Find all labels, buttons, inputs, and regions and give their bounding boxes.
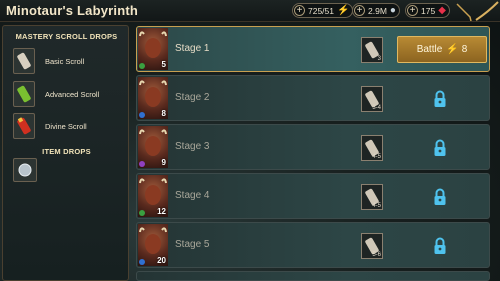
reward-quantity: 5-6	[372, 252, 381, 258]
energy-bolt-icon: ⚡	[337, 5, 350, 16]
stage-row-1[interactable]: 5 Stage 1 3 Battle ⚡ 8	[136, 26, 490, 72]
scroll-reward-icon[interactable]: 3	[361, 37, 383, 63]
battle-button[interactable]: Battle ⚡ 8	[397, 36, 487, 63]
mastery-scroll-drops-title: MASTERY SCROLL DROPS	[15, 32, 118, 41]
gem-value: 175	[421, 5, 436, 16]
stage-level: 20	[157, 256, 166, 265]
divine-scroll-icon	[13, 113, 35, 139]
reward-quantity: 3-4	[372, 105, 381, 111]
stage-boss-portrait: 12	[138, 175, 168, 217]
silver-counter[interactable]: + 2.9M ●	[352, 3, 400, 18]
basic-scroll-icon	[13, 48, 35, 74]
stage-row-4[interactable]: 12 Stage 4 4-5	[136, 173, 490, 219]
stage-boss-portrait: 8	[138, 77, 168, 119]
energy-value: 725/51	[308, 5, 334, 16]
lock-icon	[434, 237, 446, 254]
back-arrow-icon[interactable]	[454, 1, 474, 21]
silver-icon: ●	[389, 5, 396, 16]
affinity-icon	[139, 259, 145, 265]
reward-quantity: 4-5	[372, 203, 381, 209]
advanced-scroll-icon	[13, 81, 35, 107]
scroll-reward-icon[interactable]: 4-5	[361, 184, 383, 210]
drop-item-basic-scroll[interactable]: Basic Scroll	[13, 48, 84, 74]
add-energy-button[interactable]: +	[294, 5, 305, 16]
lock-icon	[434, 90, 446, 107]
stage-row-2[interactable]: 8 Stage 2 3-4	[136, 75, 490, 121]
stage-level: 8	[161, 109, 166, 118]
reward-quantity: 3	[377, 56, 381, 62]
reward-quantity: 4-5	[372, 154, 381, 160]
add-gem-button[interactable]: +	[407, 5, 418, 16]
stage-boss-portrait: 20	[138, 224, 168, 266]
stage-level: 9	[161, 158, 166, 167]
stage-name: Stage 1	[175, 43, 210, 54]
basic-scroll-label: Basic Scroll	[45, 56, 85, 66]
item-drops-title: ITEM DROPS	[42, 147, 91, 156]
divine-scroll-label: Divine Scroll	[45, 121, 87, 131]
drop-item-divine-scroll[interactable]: Divine Scroll	[13, 113, 87, 139]
top-bar: Minotaur's Labyrinth + 725/51 ⚡ + 2.9M ●…	[0, 0, 500, 22]
scroll-reward-icon[interactable]: 5-6	[361, 233, 383, 259]
affinity-icon	[139, 63, 145, 69]
scroll-reward-icon[interactable]: 4-5	[361, 135, 383, 161]
advanced-scroll-label: Advanced Scroll	[45, 89, 100, 99]
stage-boss-portrait: 5	[138, 28, 168, 70]
stage-name: Stage 3	[175, 141, 210, 152]
affinity-icon	[139, 112, 145, 118]
lock-icon	[434, 188, 446, 205]
stage-row-3[interactable]: 9 Stage 3 4-5	[136, 124, 490, 170]
battle-cost: 8	[461, 44, 468, 55]
lock-icon	[434, 139, 446, 156]
stage-level: 5	[161, 60, 166, 69]
affinity-icon	[139, 210, 145, 216]
stage-row-6-partial[interactable]	[136, 271, 490, 281]
battle-label: Battle	[416, 44, 443, 55]
energy-bolt-icon: ⚡	[446, 44, 459, 55]
gem-counter[interactable]: + 175 ◆	[405, 3, 450, 18]
scroll-reward-icon[interactable]: 3-4	[361, 86, 383, 112]
silver-value: 2.9M	[368, 5, 387, 16]
close-icon[interactable]	[474, 0, 500, 22]
add-silver-button[interactable]: +	[354, 5, 365, 16]
gem-icon: ◆	[438, 5, 446, 16]
page-title: Minotaur's Labyrinth	[6, 3, 139, 18]
stage-name: Stage 2	[175, 92, 210, 103]
stage-name: Stage 5	[175, 239, 210, 250]
stage-row-5[interactable]: 20 Stage 5 5-6	[136, 222, 490, 268]
stage-name: Stage 4	[175, 190, 210, 201]
affinity-icon	[139, 161, 145, 167]
stage-level: 12	[157, 207, 166, 216]
drops-panel: MASTERY SCROLL DROPS Basic Scroll Advanc…	[2, 25, 129, 281]
drop-item-advanced-scroll[interactable]: Advanced Scroll	[13, 81, 99, 107]
energy-counter[interactable]: + 725/51 ⚡	[292, 3, 354, 18]
silver-coin-drop-icon[interactable]	[13, 158, 37, 182]
stage-boss-portrait: 9	[138, 126, 168, 168]
